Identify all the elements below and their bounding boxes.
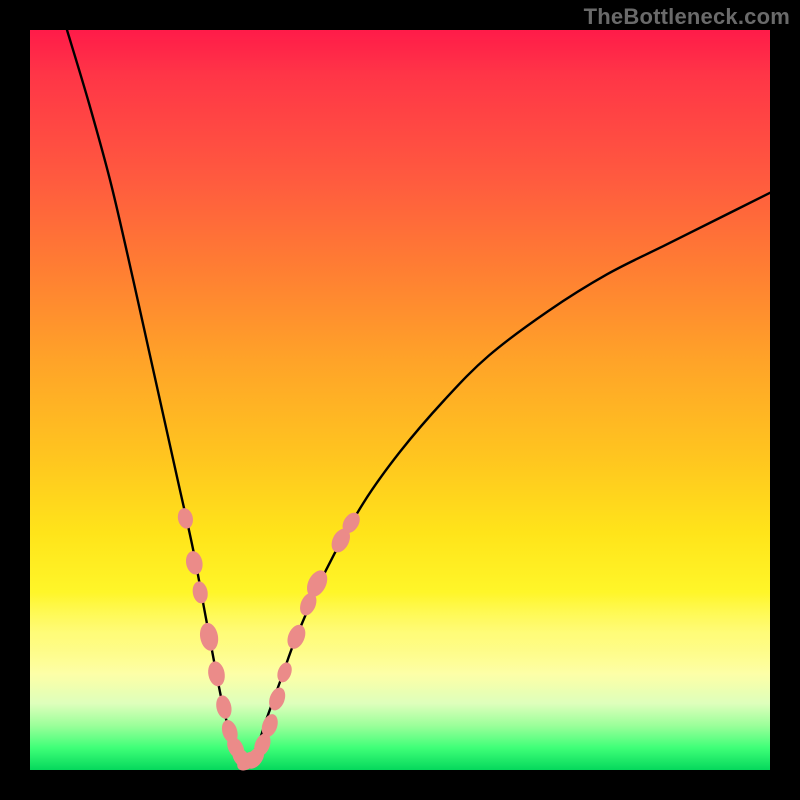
plot-area [30, 30, 770, 770]
marker-dot [191, 580, 210, 605]
marker-dot [198, 621, 221, 652]
marker-dot [214, 694, 234, 720]
marker-dot [284, 622, 309, 651]
marker-dot [184, 550, 205, 576]
watermark-text: TheBottleneck.com [584, 4, 790, 30]
marker-dot [275, 660, 295, 684]
left-curve-path [67, 30, 245, 761]
marker-dot [206, 660, 227, 688]
marker-dots [176, 507, 363, 775]
right-curve-path [245, 193, 770, 761]
chart-frame: TheBottleneck.com [0, 0, 800, 800]
curve-layer [30, 30, 770, 770]
marker-dot [176, 507, 195, 530]
